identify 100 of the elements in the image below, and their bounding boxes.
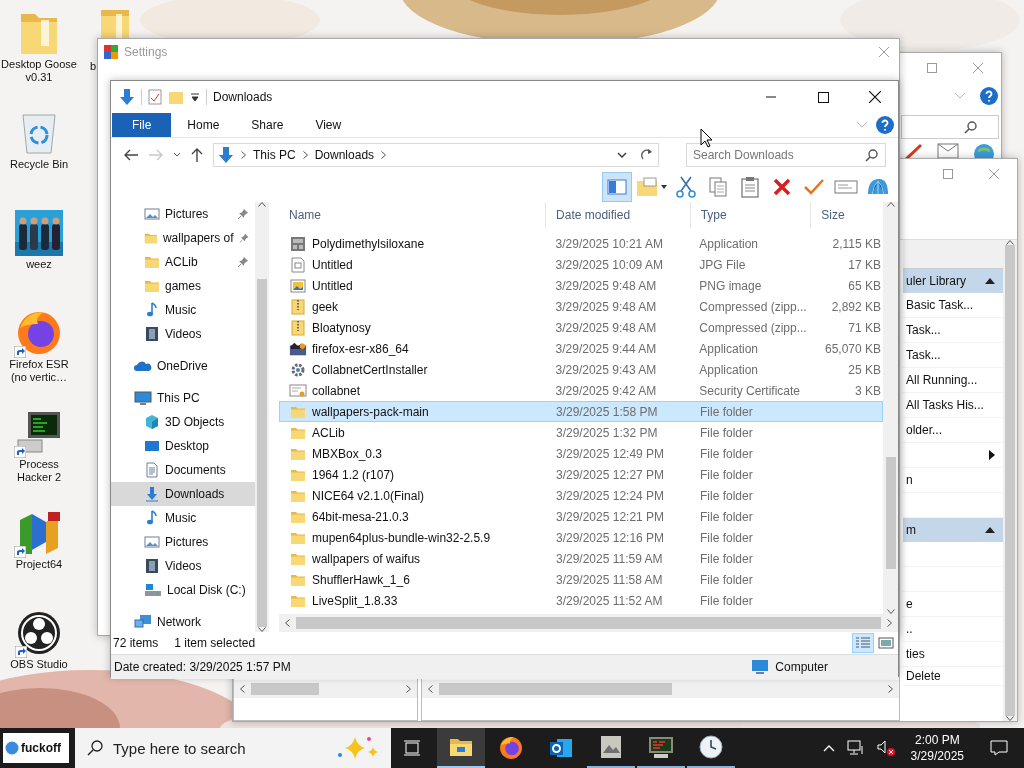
file-row[interactable]: CollabnetCertInstaller 3/29/2025 9:43 AM Application 25 KB <box>279 359 883 380</box>
actions-section-header[interactable]: m <box>903 518 1003 542</box>
help-icon[interactable] <box>980 87 998 105</box>
file-row[interactable]: ACLib 3/29/2025 1:32 PM File folder <box>279 422 883 443</box>
up-arrow-icon[interactable] <box>190 147 204 163</box>
date-cell-text: 3/29/2025 12:24 PM <box>555 488 666 503</box>
file-row[interactable]: Bloatynosy 3/29/2025 9:48 AM Compressed (zipp... 71 KB <box>279 317 883 338</box>
file-row[interactable]: geek 3/29/2025 9:48 AM Compressed (zipp... 2,892 KB <box>279 296 883 317</box>
task-view-icon[interactable] <box>403 740 421 756</box>
file-name: Polydimethylsiloxane <box>312 236 425 251</box>
file-row[interactable]: wallpapers of waifus 3/29/2025 11:59 AM File folder <box>279 548 883 569</box>
address-bar[interactable]: This PC Downloads <box>213 143 659 167</box>
close-icon[interactable] <box>869 91 881 103</box>
toolbar-button[interactable] <box>602 172 632 202</box>
actions-section-header[interactable]: uler Library <box>903 269 1003 293</box>
vertical-scrollbar[interactable] <box>883 202 898 614</box>
horizontal-scrollbar[interactable] <box>422 680 899 698</box>
installer-icon <box>289 340 307 357</box>
breadcrumb[interactable]: Downloads <box>314 148 375 162</box>
refresh-icon[interactable] <box>640 148 654 162</box>
computer-icon <box>751 659 770 675</box>
file-row[interactable]: mupen64plus-bundle-win32-2.5.9 3/29/2025 12:16 PM File folder <box>279 527 883 548</box>
file-name: mupen64plus-bundle-win32-2.5.9 <box>312 530 491 545</box>
file-row[interactable]: LiveSplit_1.8.33 3/29/2025 11:52 AM File folder <box>279 590 883 611</box>
window-title: Downloads <box>213 90 273 104</box>
file-row[interactable]: Untitled 3/29/2025 10:09 AM JPG File 17 KB <box>279 254 883 275</box>
down-arrow-icon[interactable] <box>119 88 135 106</box>
vertical-scrollbar[interactable] <box>1003 240 1017 721</box>
file-row[interactable]: firefox-esr-x86_64 3/29/2025 9:44 AM Application 65,070 KB <box>279 338 883 359</box>
file-row[interactable]: 1964 1.2 (r107) 3/29/2025 12:27 PM File folder <box>279 464 883 485</box>
file-row[interactable]: wallpapers-pack-main 3/29/2025 1:58 PM File folder <box>279 401 883 422</box>
nav-item[interactable]: ACLib <box>111 250 255 274</box>
size-cell-text: 17 KB <box>847 257 882 272</box>
chevron-down-icon[interactable] <box>173 152 181 158</box>
ribbon-tab[interactable]: Home <box>171 113 236 137</box>
ribbon-tab[interactable]: Share <box>235 113 300 137</box>
nav-item[interactable]: Local Disk (C:) <box>111 578 255 602</box>
nav-item[interactable]: Videos <box>111 322 255 346</box>
certificate-icon <box>289 382 307 399</box>
pencil-icon[interactable] <box>903 143 923 161</box>
search-field[interactable]: Search Downloads <box>686 143 886 167</box>
ribbon-tab[interactable]: View <box>299 113 358 137</box>
mail-icon[interactable] <box>937 143 959 159</box>
type-cell-text: File folder <box>699 425 754 440</box>
nav-item[interactable]: wallpapers of <box>111 226 255 250</box>
nav-item[interactable]: Videos <box>111 554 255 578</box>
view-button[interactable] <box>876 634 896 652</box>
back-arrow-icon[interactable] <box>123 148 139 162</box>
search-field[interactable]: Type here to search <box>75 728 391 768</box>
nav-item[interactable]: Documents <box>111 458 255 482</box>
column-header[interactable]: Name <box>279 202 546 228</box>
nav-item[interactable]: Network <box>111 610 255 632</box>
nav-item[interactable]: Music <box>111 298 255 322</box>
properties-check-icon[interactable] <box>148 89 162 105</box>
chevron-down-icon[interactable] <box>617 151 627 159</box>
size-cell-text: 71 KB <box>847 320 882 335</box>
help-icon[interactable] <box>876 116 894 134</box>
submenu-arrow-icon[interactable] <box>989 450 995 460</box>
nav-item[interactable]: Desktop <box>111 434 255 458</box>
taskbar-app[interactable] <box>437 728 485 768</box>
nav-item[interactable]: Pictures <box>111 530 255 554</box>
nav-item[interactable]: This PC <box>111 386 255 410</box>
monitor-icon <box>16 410 62 456</box>
type-cell-text: Application <box>698 362 760 377</box>
search-field[interactable] <box>901 115 999 139</box>
details-text: Date created: 3/29/2025 1:57 PM <box>114 660 291 674</box>
file-name: NICE64 v2.1.0(Final) <box>312 488 425 503</box>
nav-item[interactable]: games <box>111 274 255 298</box>
file-row[interactable]: collabnet 3/29/2025 9:42 AM Security Certificate 3 KB <box>279 380 883 401</box>
start-button[interactable]: fuckoff <box>3 733 69 763</box>
column-header[interactable]: Date modified <box>545 202 690 228</box>
nav-item[interactable]: 3D Objects <box>111 410 255 434</box>
file-row[interactable]: MBXBox_0.3 3/29/2025 12:49 PM File folder <box>279 443 883 464</box>
maximize-icon[interactable] <box>817 91 829 103</box>
volume-icon[interactable] <box>876 740 895 756</box>
network-icon[interactable] <box>846 740 865 756</box>
type-cell-text: Compressed (zipp... <box>698 299 808 314</box>
notifications-icon[interactable] <box>990 740 1008 756</box>
file-row[interactable]: Untitled 3/29/2025 9:48 AM PNG image 65 KB <box>279 275 883 296</box>
file-row[interactable]: Polydimethylsiloxane 3/29/2025 10:21 AM Application 2,115 KB <box>279 233 883 254</box>
file-row[interactable]: ShufflerHawk_1_6 3/29/2025 11:58 AM File folder <box>279 569 883 590</box>
desktop-icon-label: Recycle Bin <box>8 158 70 171</box>
dropdown-icon[interactable] <box>190 92 200 102</box>
nav-item[interactable]: Music <box>111 506 255 530</box>
selection-count: 1 item selected <box>174 636 256 650</box>
pictures-icon <box>144 534 160 550</box>
horizontal-scrollbar[interactable] <box>234 680 417 698</box>
chevron-up-icon[interactable] <box>822 744 835 752</box>
column-header[interactable]: Type <box>689 202 811 228</box>
breadcrumb[interactable]: This PC <box>253 148 296 162</box>
nav-item[interactable]: OneDrive <box>111 354 255 378</box>
vertical-scrollbar[interactable] <box>255 202 269 632</box>
file-row[interactable]: 64bit-mesa-21.0.3 3/29/2025 12:21 PM File folder <box>279 506 883 527</box>
nav-item[interactable]: Pictures <box>111 202 255 226</box>
file-row[interactable]: NICE64 v2.1.0(Final) 3/29/2025 12:24 PM File folder <box>279 485 883 506</box>
clock[interactable]: 2:00 PM 3/29/2025 <box>910 732 964 764</box>
scroll-thumb[interactable] <box>885 457 896 569</box>
type-cell-text: Application <box>698 236 760 251</box>
nav-item[interactable]: Downloads <box>111 482 255 506</box>
horizontal-scrollbar[interactable] <box>279 614 898 632</box>
